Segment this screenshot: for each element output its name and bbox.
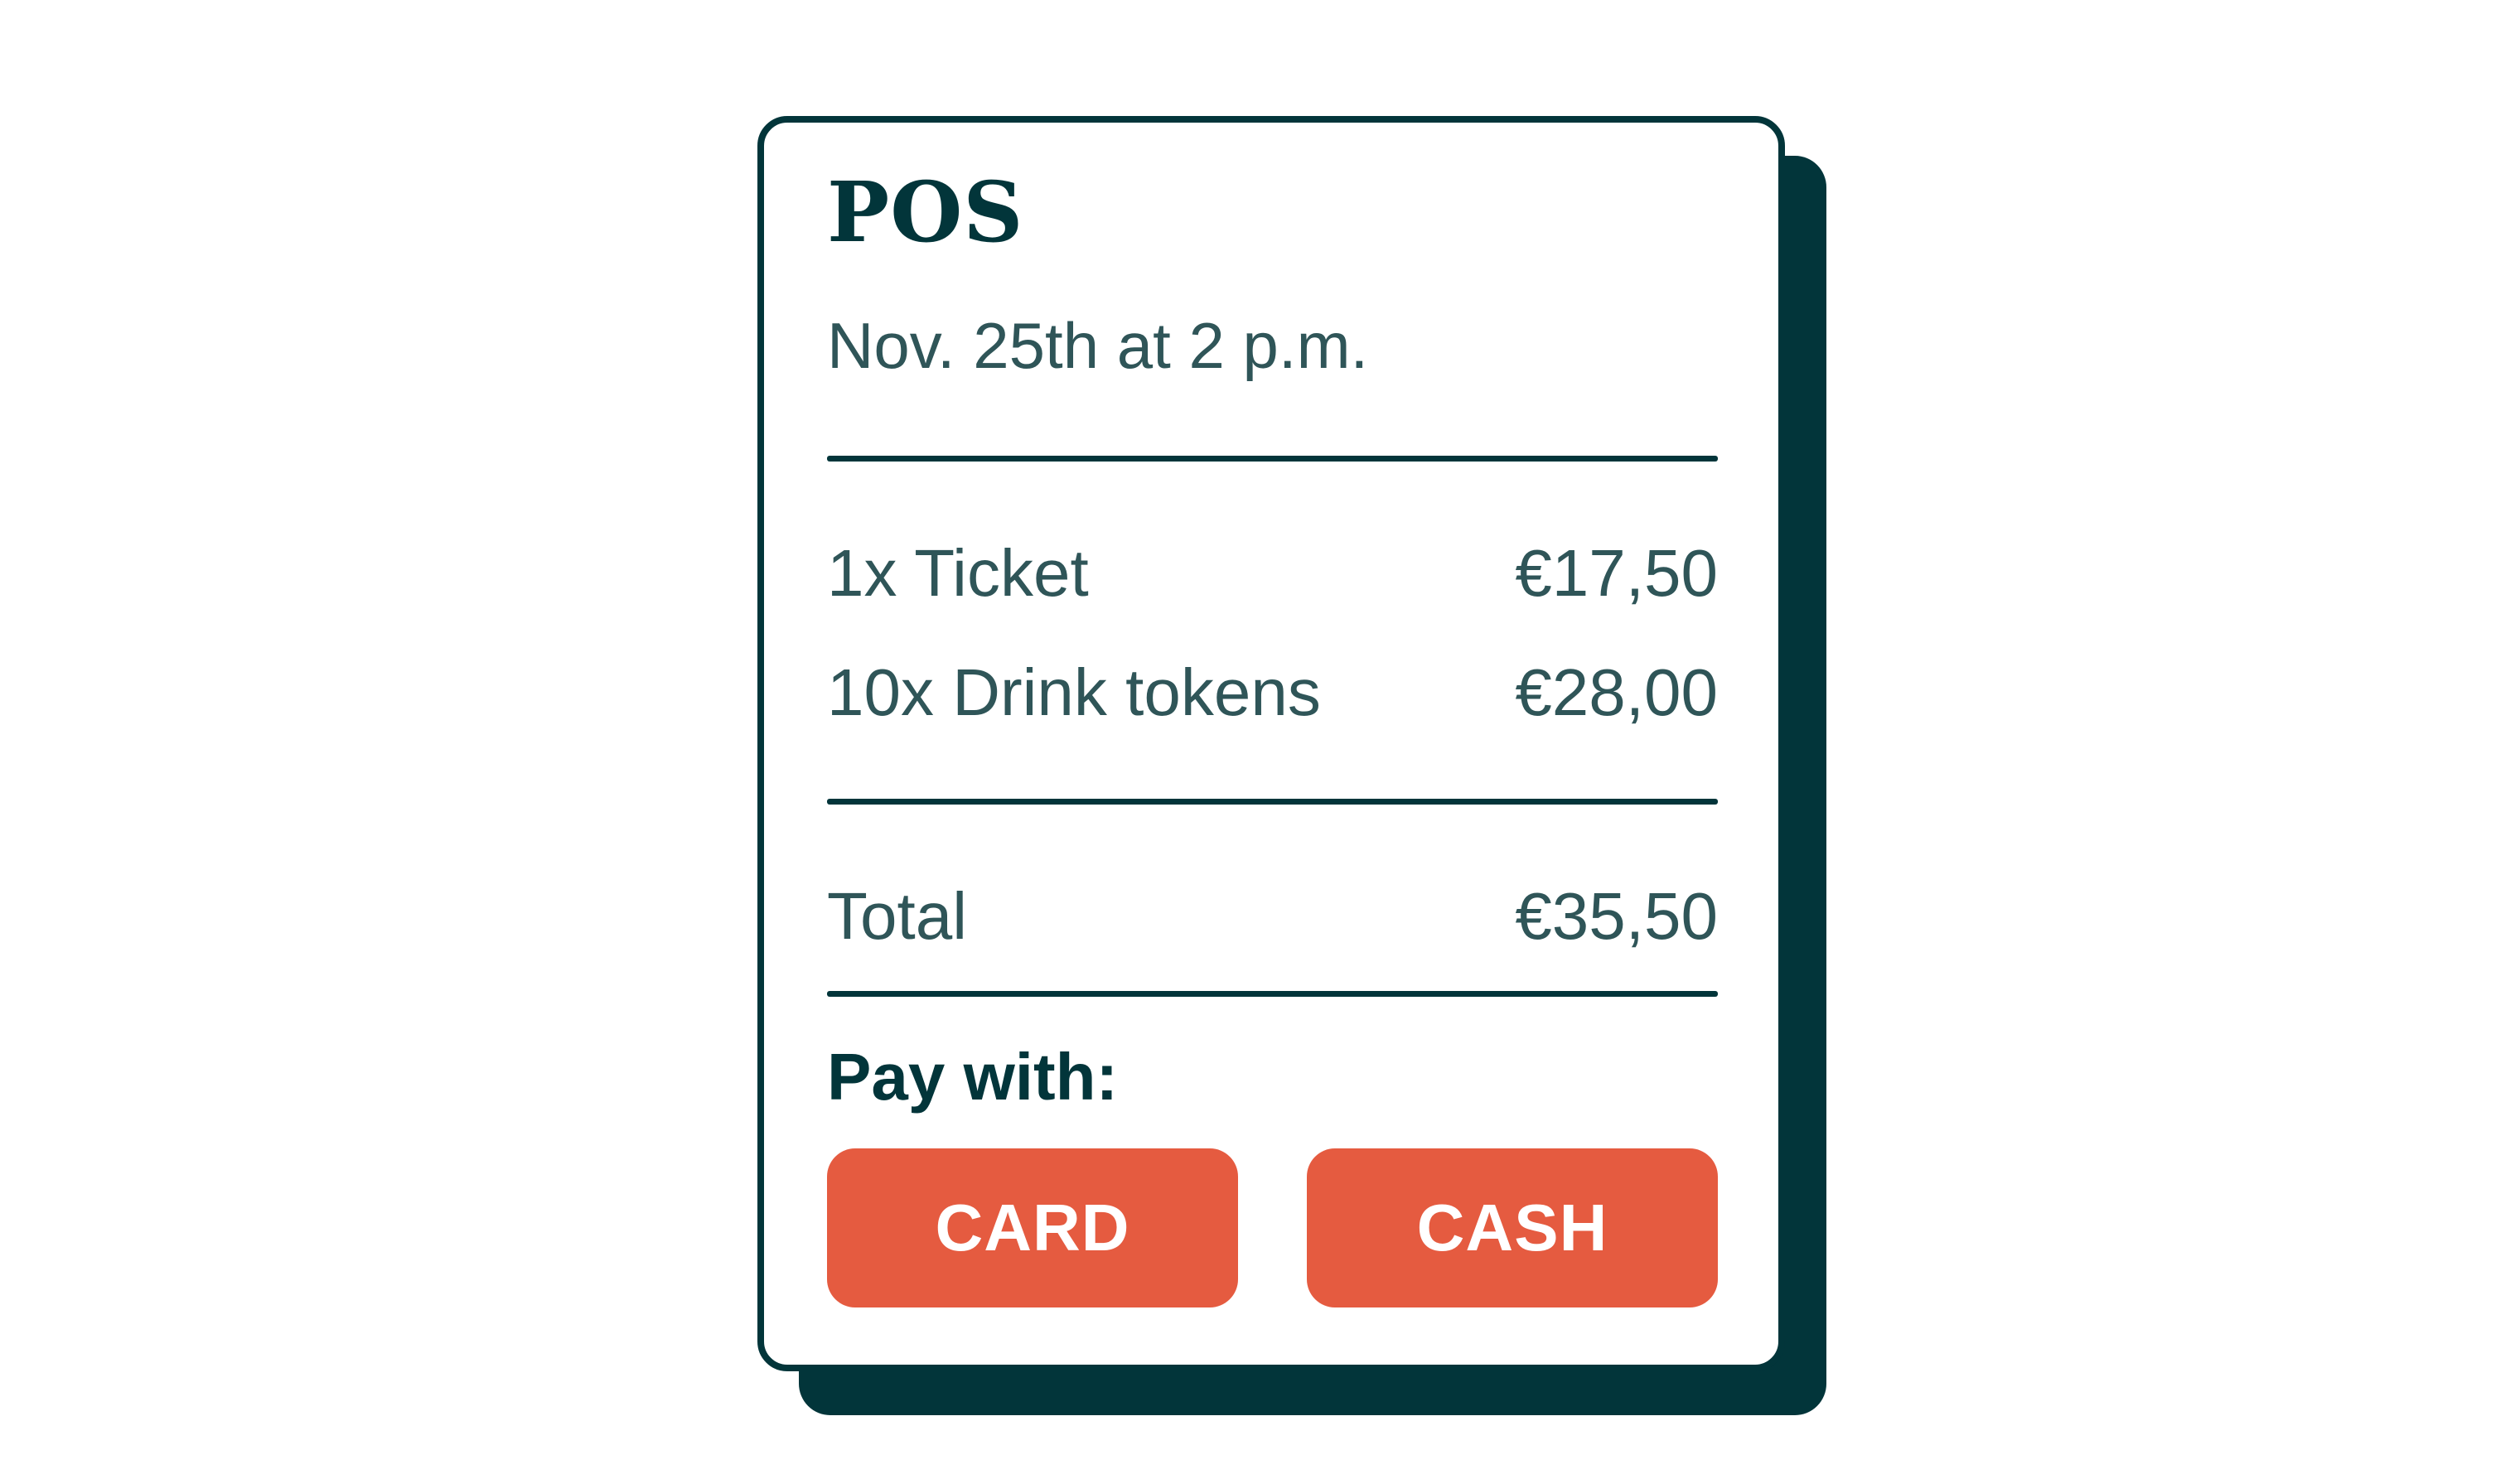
total-amount: €35,50 [1515,879,1718,953]
total-label: Total [827,879,967,953]
transaction-date: Nov. 25th at 2 p.m. [827,309,1369,382]
pos-title: POS [827,163,1024,261]
pay-with-label: Pay with: [827,1040,1119,1114]
line-item-amount: €28,00 [1515,655,1718,729]
divider [827,799,1718,805]
pay-cash-button[interactable]: CASH [1307,1148,1718,1307]
line-item-label: 1x Ticket [827,536,1089,610]
divider [827,991,1718,997]
line-item-label: 10x Drink tokens [827,655,1321,729]
pos-receipt-card: POS Nov. 25th at 2 p.m. 1x Ticket €17,50… [757,116,1785,1371]
pay-card-button[interactable]: CARD [827,1148,1238,1307]
divider [827,456,1718,462]
line-item-amount: €17,50 [1515,536,1718,610]
